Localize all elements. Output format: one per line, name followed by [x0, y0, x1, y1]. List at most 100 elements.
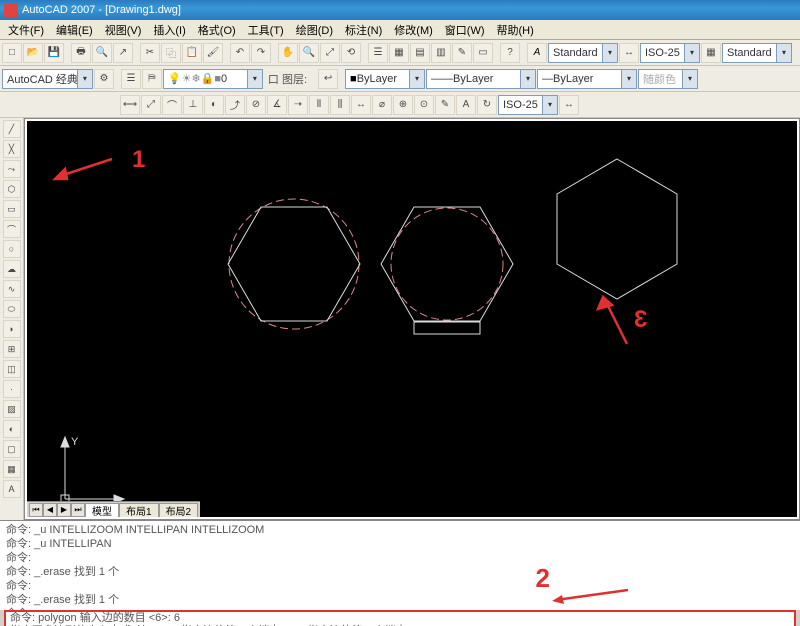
layer-combo[interactable]: 💡☀❄🔒■ 0 — [163, 69, 263, 89]
dimbaseline-icon[interactable]: ⫴ — [309, 95, 329, 115]
new-icon[interactable]: □ — [2, 43, 22, 63]
tab-last-icon[interactable]: ⏭ — [71, 503, 85, 517]
ellipse-icon[interactable]: ⬭ — [3, 300, 21, 318]
dimarc-icon[interactable]: ⌒ — [162, 95, 182, 115]
linetype-combo[interactable]: —— ByLayer — [426, 69, 536, 89]
cmdhist-line: 命令: _u INTELLIZOOM INTELLIPAN INTELLIZOO… — [6, 523, 794, 537]
pan-icon[interactable]: ✋ — [278, 43, 298, 63]
cut-icon[interactable]: ✂ — [140, 43, 160, 63]
ellipsearc-icon[interactable]: ◗ — [3, 320, 21, 338]
tab-next-icon[interactable]: ▶ — [57, 503, 71, 517]
dimedit-icon[interactable]: ✎ — [435, 95, 455, 115]
circle-icon[interactable]: ○ — [3, 240, 21, 258]
menu-view[interactable]: 视图(V) — [99, 22, 148, 38]
revcloud-icon[interactable]: ☁ — [3, 260, 21, 278]
ssm-icon[interactable]: ▥ — [431, 43, 451, 63]
pline-icon[interactable]: ⤳ — [3, 160, 21, 178]
dimupdate-icon[interactable]: ↻ — [477, 95, 497, 115]
menu-format[interactable]: 格式(O) — [192, 22, 242, 38]
dimaligned-icon[interactable]: ⤢ — [141, 95, 161, 115]
match-icon[interactable]: 🖌 — [203, 43, 223, 63]
color-combo[interactable]: ■ ByLayer — [345, 69, 425, 89]
menu-insert[interactable]: 插入(I) — [147, 22, 191, 38]
menu-file[interactable]: 文件(F) — [2, 22, 50, 38]
tolerance-icon[interactable]: ⊕ — [393, 95, 413, 115]
calc-icon[interactable]: ▭ — [473, 43, 493, 63]
hatch-icon[interactable]: ▨ — [3, 400, 21, 418]
publish-icon[interactable]: ↗ — [113, 43, 133, 63]
layer-prev-icon[interactable]: ↩ — [318, 69, 338, 89]
dimjogged-icon[interactable]: ⤴ — [225, 95, 245, 115]
qdim-icon[interactable]: ➝ — [288, 95, 308, 115]
menu-draw[interactable]: 绘图(D) — [290, 22, 339, 38]
menu-tools[interactable]: 工具(T) — [242, 22, 290, 38]
dimradius-icon[interactable]: ◐ — [204, 95, 224, 115]
rectangle-icon[interactable]: ▭ — [3, 200, 21, 218]
table-style-combo[interactable]: Standard — [722, 43, 792, 63]
zoom-prev-icon[interactable]: ⟲ — [341, 43, 361, 63]
tab-layout2[interactable]: 布局2 — [159, 503, 199, 517]
zoom-win-icon[interactable]: ⤢ — [320, 43, 340, 63]
dimlinear-icon[interactable]: ⟷ — [120, 95, 140, 115]
dimordinate-icon[interactable]: ⊥ — [183, 95, 203, 115]
text-style-icon[interactable]: A — [527, 43, 547, 63]
polygon-icon[interactable]: ⬡ — [3, 180, 21, 198]
open-icon[interactable]: 📂 — [23, 43, 43, 63]
dimdiameter-icon[interactable]: ⊘ — [246, 95, 266, 115]
tab-model[interactable]: 模型 — [85, 503, 119, 517]
dimspace-icon[interactable]: ↔ — [351, 95, 371, 115]
y-axis-label: Y — [71, 436, 79, 448]
lineweight-combo[interactable]: — ByLayer — [537, 69, 637, 89]
dimcontinue-icon[interactable]: ⫼ — [330, 95, 350, 115]
tab-prev-icon[interactable]: ◀ — [43, 503, 57, 517]
menu-dim[interactable]: 标注(N) — [339, 22, 388, 38]
menu-window[interactable]: 窗口(W) — [439, 22, 491, 38]
tab-layout1[interactable]: 布局1 — [119, 503, 159, 517]
gradient-icon[interactable]: ◐ — [3, 420, 21, 438]
insertblock-icon[interactable]: ⊞ — [3, 340, 21, 358]
tool-palette-icon[interactable]: ▤ — [410, 43, 430, 63]
undo-icon[interactable]: ↶ — [230, 43, 250, 63]
makeblock-icon[interactable]: ◫ — [3, 360, 21, 378]
menu-edit[interactable]: 编辑(E) — [50, 22, 99, 38]
print-icon[interactable]: 🖶 — [71, 43, 91, 63]
dimangular-icon[interactable]: ∡ — [267, 95, 287, 115]
line-icon[interactable]: ╱ — [3, 120, 21, 138]
layer-states-icon[interactable]: ⛿ — [142, 69, 162, 89]
save-icon[interactable]: 💾 — [44, 43, 64, 63]
command-line[interactable]: 命令: polygon 输入边的数目 <6>: 6 指定正多边形的中心点或 [边… — [4, 610, 796, 626]
dimtedit-icon[interactable]: A — [456, 95, 476, 115]
text-style-combo[interactable]: Standard — [548, 43, 618, 63]
zoom-rt-icon[interactable]: 🔍 — [299, 43, 319, 63]
layer-prop-icon[interactable]: ☰ — [121, 69, 141, 89]
ws-gear-icon[interactable]: ⚙ — [94, 69, 114, 89]
model-viewport[interactable]: Y X — [27, 121, 797, 517]
menu-help[interactable]: 帮助(H) — [491, 22, 540, 38]
dimstyle-mgr-icon[interactable]: ↔ — [559, 95, 579, 115]
markup-icon[interactable]: ✎ — [452, 43, 472, 63]
dim-style-combo[interactable]: ISO-25 — [640, 43, 700, 63]
workspace-combo[interactable]: AutoCAD 经典 — [2, 69, 93, 89]
plot-preview-icon[interactable]: 🔍 — [92, 43, 112, 63]
tab-first-icon[interactable]: ⏮ — [29, 503, 43, 517]
properties-icon[interactable]: ☰ — [368, 43, 388, 63]
point-icon[interactable]: · — [3, 380, 21, 398]
xline-icon[interactable]: ╳ — [3, 140, 21, 158]
dimbreak-icon[interactable]: ⌀ — [372, 95, 392, 115]
dim-combo-2[interactable]: ISO-25 — [498, 95, 558, 115]
redo-icon[interactable]: ↷ — [251, 43, 271, 63]
table-style-icon[interactable]: ▦ — [701, 43, 721, 63]
spline-icon[interactable]: ∿ — [3, 280, 21, 298]
dim-style-icon[interactable]: ↔ — [619, 43, 639, 63]
dc-icon[interactable]: ▦ — [389, 43, 409, 63]
table-icon[interactable]: ▦ — [3, 460, 21, 478]
arc-icon[interactable]: ⌒ — [3, 220, 21, 238]
copy-icon[interactable]: ⿻ — [161, 43, 181, 63]
help-icon[interactable]: ? — [500, 43, 520, 63]
mtext-icon[interactable]: A — [3, 480, 21, 498]
centermark-icon[interactable]: ⊙ — [414, 95, 434, 115]
menu-modify[interactable]: 修改(M) — [388, 22, 439, 38]
region-icon[interactable]: ▢ — [3, 440, 21, 458]
paste-icon[interactable]: 📋 — [182, 43, 202, 63]
plotstyle-combo[interactable]: 随颜色 — [638, 69, 698, 89]
